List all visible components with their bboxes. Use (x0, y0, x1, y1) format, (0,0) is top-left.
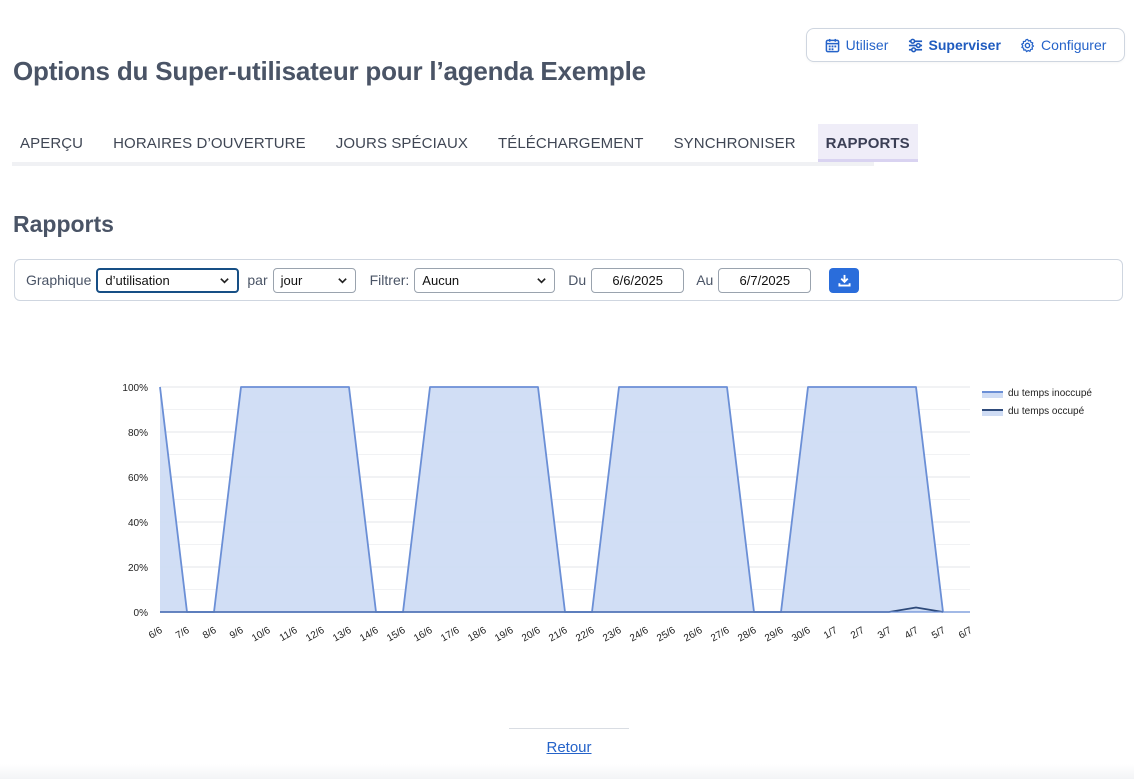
x-tick-label: 2/7 (849, 625, 867, 642)
section-title: Rapports (13, 211, 114, 237)
filter-select[interactable]: Aucun (414, 267, 556, 293)
x-tick-label: 17/6 (439, 625, 462, 644)
nav-configurer-label: Configurer (1041, 37, 1107, 53)
x-tick-label: 29/6 (763, 625, 786, 644)
from-label: Du (568, 272, 587, 288)
nav-configurer[interactable]: Configurer (1020, 37, 1106, 53)
x-tick-label: 27/6 (709, 625, 732, 644)
filter-value: Aucun (422, 272, 460, 288)
x-tick-label: 23/6 (601, 625, 624, 644)
chevron-down-icon (220, 277, 230, 284)
mode-switcher: Utiliser Superviser Configurer (806, 28, 1125, 62)
nav-superviser-label: Superviser (928, 37, 1001, 53)
to-label: Au (696, 272, 714, 288)
chevron-down-icon (537, 277, 547, 284)
utilization-chart: 0% 20% 40% 60% 80% 100% 6/6 7/6 8/6 9/6 10/6 11/6 12… (122, 383, 1092, 644)
x-tick-label: 11/6 (278, 625, 300, 644)
x-tick-label: 21/6 (547, 625, 570, 644)
x-tick-label: 19/6 (493, 625, 516, 644)
chevron-down-icon (337, 277, 347, 284)
back-container: Retour (509, 728, 629, 767)
tab-telechargement[interactable]: TÉLÉCHARGEMENT (490, 124, 652, 162)
x-tick-label: 25/6 (655, 625, 678, 644)
graph-type-select[interactable]: d’utilisation (96, 267, 240, 293)
x-tick-label: 30/6 (790, 625, 813, 644)
graph-label: Graphique (26, 272, 92, 288)
period-select[interactable]: jour (272, 267, 356, 293)
calendar-icon (825, 38, 839, 52)
bottom-fade (0, 764, 1134, 779)
period-value: jour (280, 272, 303, 288)
x-tick-label: 20/6 (520, 625, 543, 644)
x-tick-label: 6/6 (147, 625, 165, 642)
settings-tabs: APERÇU HORAIRES D’OUVERTURE JOURS SPÉCIA… (12, 124, 918, 166)
tab-apercu[interactable]: APERÇU (12, 124, 91, 162)
download-icon (838, 274, 851, 287)
x-tick-label: 13/6 (331, 625, 354, 644)
tab-horaires[interactable]: HORAIRES D’OUVERTURE (105, 124, 314, 162)
tab-jours-speciaux[interactable]: JOURS SPÉCIAUX (328, 124, 476, 162)
x-tick-label: 12/6 (304, 625, 327, 644)
x-tick-label: 16/6 (412, 625, 435, 644)
x-tick-label: 4/7 (903, 625, 921, 642)
x-tick-label: 3/7 (876, 625, 894, 642)
gear-icon (1021, 38, 1035, 52)
report-filter-bar: Graphique d’utilisation par jour Filtrer… (14, 259, 1123, 301)
x-tick-label: 18/6 (466, 625, 489, 644)
x-tick-label: 9/6 (228, 625, 246, 642)
y-tick-label: 60% (128, 473, 148, 484)
y-tick-label: 20% (128, 563, 148, 574)
from-date-input[interactable]: 6/6/2025 (591, 267, 685, 293)
nav-superviser[interactable]: Superviser (908, 37, 1001, 53)
x-tick-label: 5/7 (930, 625, 948, 642)
y-tick-label: 80% (128, 428, 148, 439)
x-tick-label: 14/6 (358, 625, 381, 644)
x-tick-label: 6/7 (957, 625, 975, 642)
x-tick-label: 1/7 (822, 625, 840, 642)
y-tick-label: 0% (134, 608, 149, 619)
legend-label-occupe: du temps occupé (1008, 406, 1085, 417)
x-tick-label: 22/6 (574, 625, 597, 644)
x-tick-label: 24/6 (628, 625, 651, 644)
legend-label-inoccupe: du temps inoccupé (1008, 388, 1092, 399)
back-link[interactable]: Retour (546, 739, 591, 756)
x-tick-label: 10/6 (250, 625, 273, 644)
x-tick-label: 8/6 (201, 625, 219, 642)
y-tick-label: 100% (122, 383, 148, 394)
page-title: Options du Super-utilisateur pour l’agen… (13, 56, 646, 86)
to-date-input[interactable]: 6/7/2025 (718, 267, 812, 293)
x-tick-label: 7/6 (174, 625, 192, 642)
x-tick-label: 26/6 (682, 625, 705, 644)
nav-utiliser[interactable]: Utiliser (825, 37, 889, 53)
y-tick-label: 40% (128, 518, 148, 529)
sliders-icon (908, 38, 922, 52)
nav-utiliser-label: Utiliser (845, 37, 889, 53)
tab-rapports[interactable]: RAPPORTS (817, 124, 918, 162)
tab-synchroniser[interactable]: SYNCHRONISER (666, 124, 804, 162)
x-tick-label: 15/6 (385, 625, 408, 644)
graph-type-value: d’utilisation (105, 272, 170, 288)
download-button[interactable] (829, 267, 860, 293)
x-tick-label: 28/6 (736, 625, 759, 644)
per-label: par (247, 272, 268, 288)
filter-label: Filtrer: (369, 272, 410, 288)
